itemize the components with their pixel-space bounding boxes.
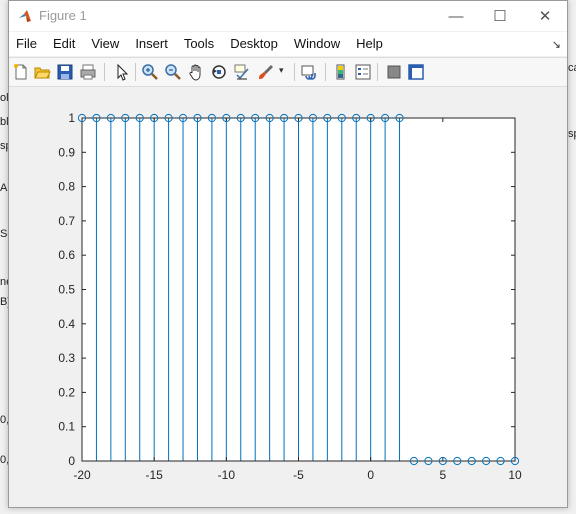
toolbar-separator	[377, 63, 378, 81]
menu-edit[interactable]: Edit	[45, 32, 83, 56]
matlab-logo-icon	[19, 10, 31, 22]
background-text: ca	[568, 62, 576, 74]
print-icon[interactable]	[79, 63, 97, 81]
link-plot-icon[interactable]	[300, 63, 318, 81]
y-tick-label: 0.1	[58, 420, 75, 434]
y-tick-label: 0	[68, 454, 75, 468]
title-bar[interactable]: Figure 1 — ☐ ✕	[9, 1, 567, 31]
pan-icon[interactable]	[187, 63, 205, 81]
data-cursor-icon[interactable]	[233, 63, 251, 81]
window-title: Figure 1	[39, 8, 87, 23]
stem-plot: -20 -15 -10 -5 0 5 10 0 0.1 0.2 0.3 0.4 0.5 0.6 0.7 0.8…	[58, 111, 522, 482]
toolbar-separator	[294, 63, 295, 81]
menu-bar: File Edit View Insert Tools Desktop Wind…	[9, 32, 567, 56]
undock-arrow-icon[interactable]: ↘	[552, 38, 561, 51]
save-icon[interactable]	[56, 63, 74, 81]
show-plot-tools-icon[interactable]	[407, 63, 425, 81]
legend-icon[interactable]	[354, 63, 372, 81]
y-tick-label: 1	[68, 111, 75, 125]
y-tick-label: 0.6	[58, 248, 75, 262]
x-tick-label: 5	[439, 468, 446, 482]
close-button[interactable]: ✕	[522, 1, 568, 31]
y-tick-label: 0.7	[58, 214, 75, 228]
new-figure-icon[interactable]	[12, 63, 30, 81]
select-arrow-icon[interactable]	[112, 63, 130, 81]
rotate-3d-icon[interactable]	[210, 63, 228, 81]
menu-tools[interactable]: Tools	[176, 32, 222, 56]
figure-canvas: -20 -15 -10 -5 0 5 10 0 0.1 0.2 0.3 0.4 0.5 0.6 0.7 0.8…	[9, 87, 567, 507]
x-tick-label: -5	[293, 468, 304, 482]
background-text: sp	[568, 128, 576, 140]
menu-help[interactable]: Help	[348, 32, 391, 56]
y-tick-label: 0.3	[58, 351, 75, 365]
y-tick-label: 0.9	[58, 145, 75, 159]
zoom-out-icon[interactable]	[164, 63, 182, 81]
close-icon: ✕	[538, 8, 552, 25]
menu-desktop[interactable]: Desktop	[222, 32, 286, 56]
x-tick-label: -20	[73, 468, 91, 482]
open-file-icon[interactable]	[33, 63, 51, 81]
y-tick-label: 0.5	[58, 283, 75, 297]
minimize-button[interactable]: —	[433, 1, 479, 31]
x-tick-label: -10	[218, 468, 236, 482]
y-tick-label: 0.8	[58, 180, 75, 194]
toolbar-separator	[135, 63, 136, 81]
y-tick-label: 0.4	[58, 317, 75, 331]
zoom-in-icon[interactable]	[141, 63, 159, 81]
colorbar-icon[interactable]	[332, 63, 350, 81]
menu-view[interactable]: View	[83, 32, 127, 56]
figure-window: Figure 1 — ☐ ✕ File Edit View Insert Too…	[8, 0, 568, 508]
x-tick-label: 10	[508, 468, 522, 482]
hide-plot-tools-icon[interactable]	[385, 63, 403, 81]
brush-dropdown-icon[interactable]: ▾	[279, 65, 284, 76]
y-tick-label: 0.2	[58, 385, 75, 399]
x-tick-label: -15	[145, 468, 163, 482]
maximize-button[interactable]: ☐	[477, 1, 523, 31]
x-tick-label: 0	[367, 468, 374, 482]
maximize-icon: ☐	[493, 8, 507, 25]
menu-file[interactable]: File	[9, 32, 45, 56]
menu-insert[interactable]: Insert	[127, 32, 176, 56]
toolbar-separator	[104, 63, 105, 81]
figure-toolbar: ▾	[9, 57, 567, 87]
menu-window[interactable]: Window	[286, 32, 348, 56]
toolbar-separator	[325, 63, 326, 81]
brush-icon[interactable]	[257, 63, 275, 81]
minimize-icon: —	[448, 7, 464, 25]
